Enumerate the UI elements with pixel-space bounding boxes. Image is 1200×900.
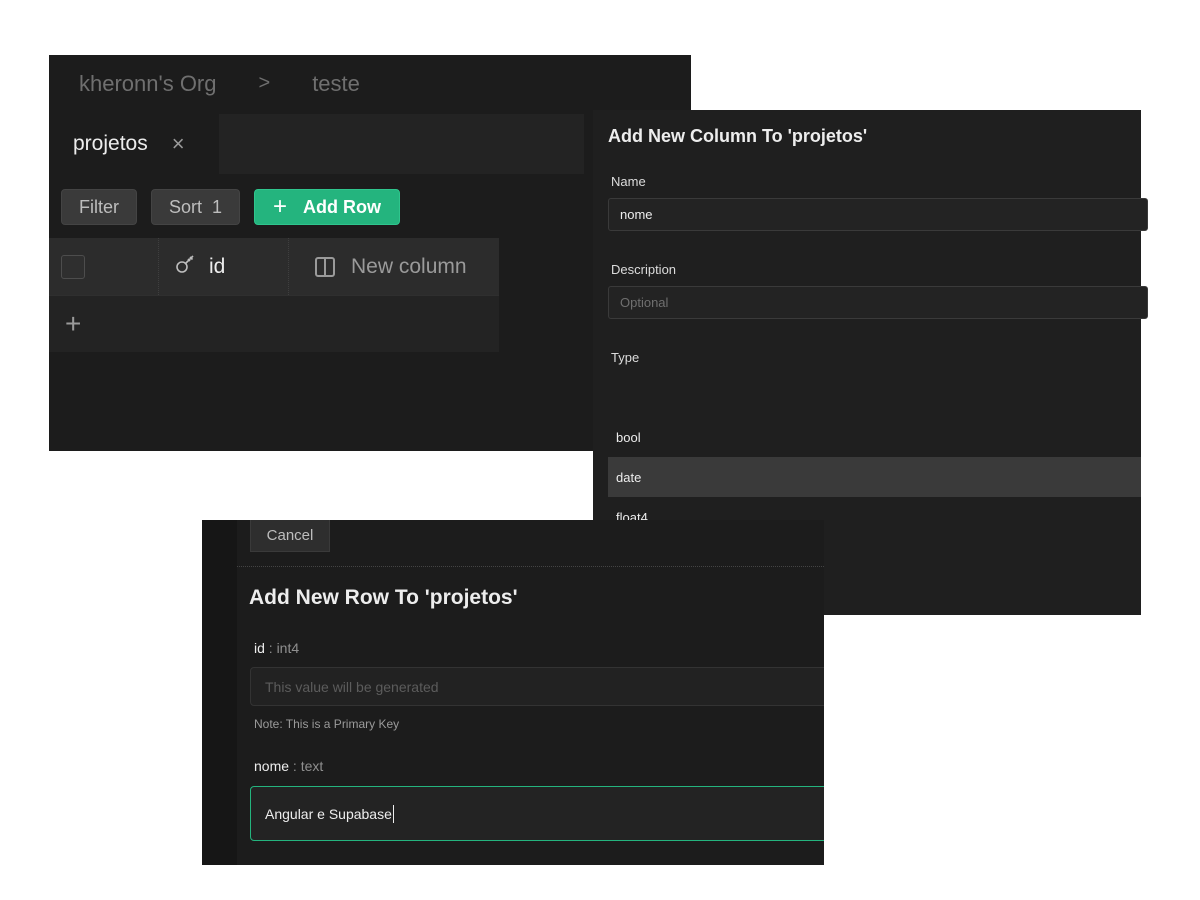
- type-option-bool[interactable]: bool: [608, 417, 1141, 457]
- type-label: Type: [611, 350, 640, 365]
- nome-field-type: : text: [292, 758, 324, 774]
- column-icon: [315, 256, 335, 277]
- description-input[interactable]: Optional: [608, 286, 1148, 319]
- divider: [237, 566, 824, 567]
- data-grid: id New column +: [49, 238, 499, 352]
- name-label: Name: [611, 174, 646, 189]
- add-row-inline-button[interactable]: +: [49, 295, 499, 352]
- breadcrumb-org[interactable]: kheronn's Org: [79, 71, 217, 97]
- type-option-date[interactable]: date: [608, 457, 1141, 497]
- grid-header-row: id New column: [49, 238, 499, 295]
- side-strip: [202, 520, 237, 865]
- primary-key-note: Note: This is a Primary Key: [254, 717, 400, 731]
- add-row-panel: Cancel Add New Row To 'projetos' id : in…: [202, 520, 824, 865]
- nome-input-value: Angular e Supabase: [265, 805, 392, 822]
- id-field-label: id : int4: [254, 640, 299, 656]
- id-input[interactable]: This value will be generated: [250, 667, 824, 706]
- text-caret: [392, 804, 394, 823]
- panel-title: Add New Column To 'projetos': [608, 126, 868, 146]
- cancel-button[interactable]: Cancel: [250, 520, 330, 552]
- filter-button-label: Filter: [79, 196, 119, 217]
- select-all-checkbox[interactable]: [61, 254, 85, 279]
- new-column-label: New column: [351, 254, 467, 278]
- sort-count-badge: 1: [212, 196, 223, 217]
- tab-projetos[interactable]: projetos ×: [49, 114, 219, 174]
- filter-button[interactable]: Filter: [61, 189, 137, 225]
- name-input[interactable]: nome: [608, 198, 1148, 231]
- select-all-cell: [49, 238, 159, 295]
- id-field-name: id: [254, 640, 265, 656]
- plus-icon: +: [65, 308, 82, 339]
- new-column-button[interactable]: New column: [289, 238, 499, 295]
- description-label: Description: [611, 262, 677, 277]
- tab-label: projetos: [73, 132, 148, 155]
- breadcrumb-project[interactable]: teste: [312, 71, 360, 97]
- breadcrumb-separator-icon: >: [258, 72, 271, 94]
- column-header-id[interactable]: id: [159, 238, 289, 295]
- panel-title: Add New Row To 'projetos': [249, 586, 518, 609]
- breadcrumb: kheronn's Org > teste: [49, 55, 691, 112]
- sort-button-label: Sort: [169, 196, 203, 217]
- nome-field-label: nome : text: [254, 758, 323, 774]
- id-field-type: : int4: [268, 640, 300, 656]
- nome-field-name: nome: [254, 758, 290, 774]
- plus-icon: +: [273, 193, 288, 220]
- key-icon: [175, 253, 197, 281]
- nome-input[interactable]: Angular e Supabase: [250, 786, 824, 841]
- tab-bar: projetos ×: [49, 114, 584, 174]
- sort-button[interactable]: Sort 1: [151, 189, 241, 225]
- table-toolbar: Filter Sort 1 + Add Row: [61, 189, 401, 225]
- add-row-button-label: Add Row: [303, 196, 382, 217]
- add-row-button[interactable]: + Add Row: [254, 189, 401, 225]
- close-icon[interactable]: ×: [172, 133, 185, 155]
- column-header-id-label: id: [209, 254, 226, 278]
